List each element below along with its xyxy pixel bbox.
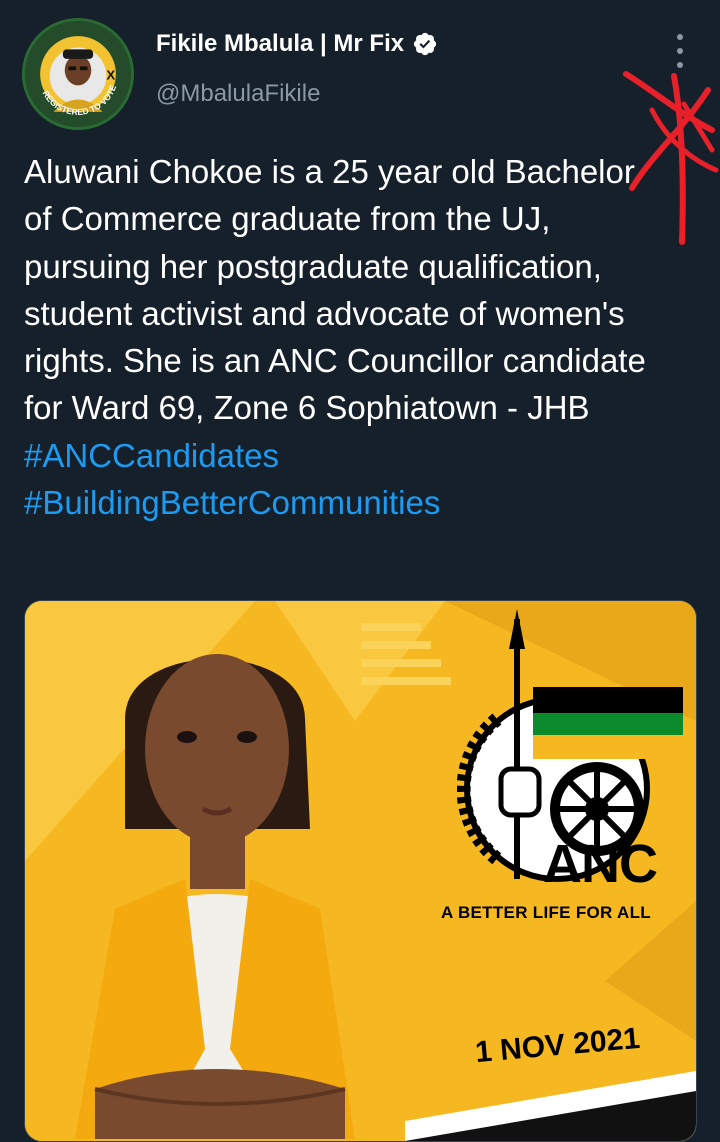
anc-tagline: A BETTER LIFE FOR ALL: [441, 903, 651, 922]
display-name-text[interactable]: Fikile Mbalula | Mr Fix: [156, 30, 404, 58]
author-handle[interactable]: @MbalulaFikile: [156, 80, 320, 108]
candidate-photo: [75, 654, 355, 1139]
author-display-name[interactable]: Fikile Mbalula | Mr Fix: [156, 30, 438, 58]
author-avatar[interactable]: X REGISTERED TO VOTE ANC: [22, 18, 134, 130]
anc-wordmark: ANC: [543, 834, 658, 894]
hashtag-buildingbettercommunities[interactable]: #BuildingBetterCommunities: [24, 484, 440, 521]
more-options-icon[interactable]: [668, 34, 692, 68]
tweet-text: Aluwani Chokoe is a 25 year old Bachelor…: [24, 148, 654, 526]
hashtag-anccandidates[interactable]: #ANCCandidates: [24, 437, 279, 474]
verified-badge-icon: [414, 32, 437, 56]
tweet-body-text: Aluwani Chokoe is a 25 year old Bachelor…: [24, 153, 646, 427]
svg-text:X: X: [106, 68, 115, 83]
tweet-media-image[interactable]: ANC A BETTER LIFE FOR ALL 1 NOV 2021: [24, 600, 697, 1142]
